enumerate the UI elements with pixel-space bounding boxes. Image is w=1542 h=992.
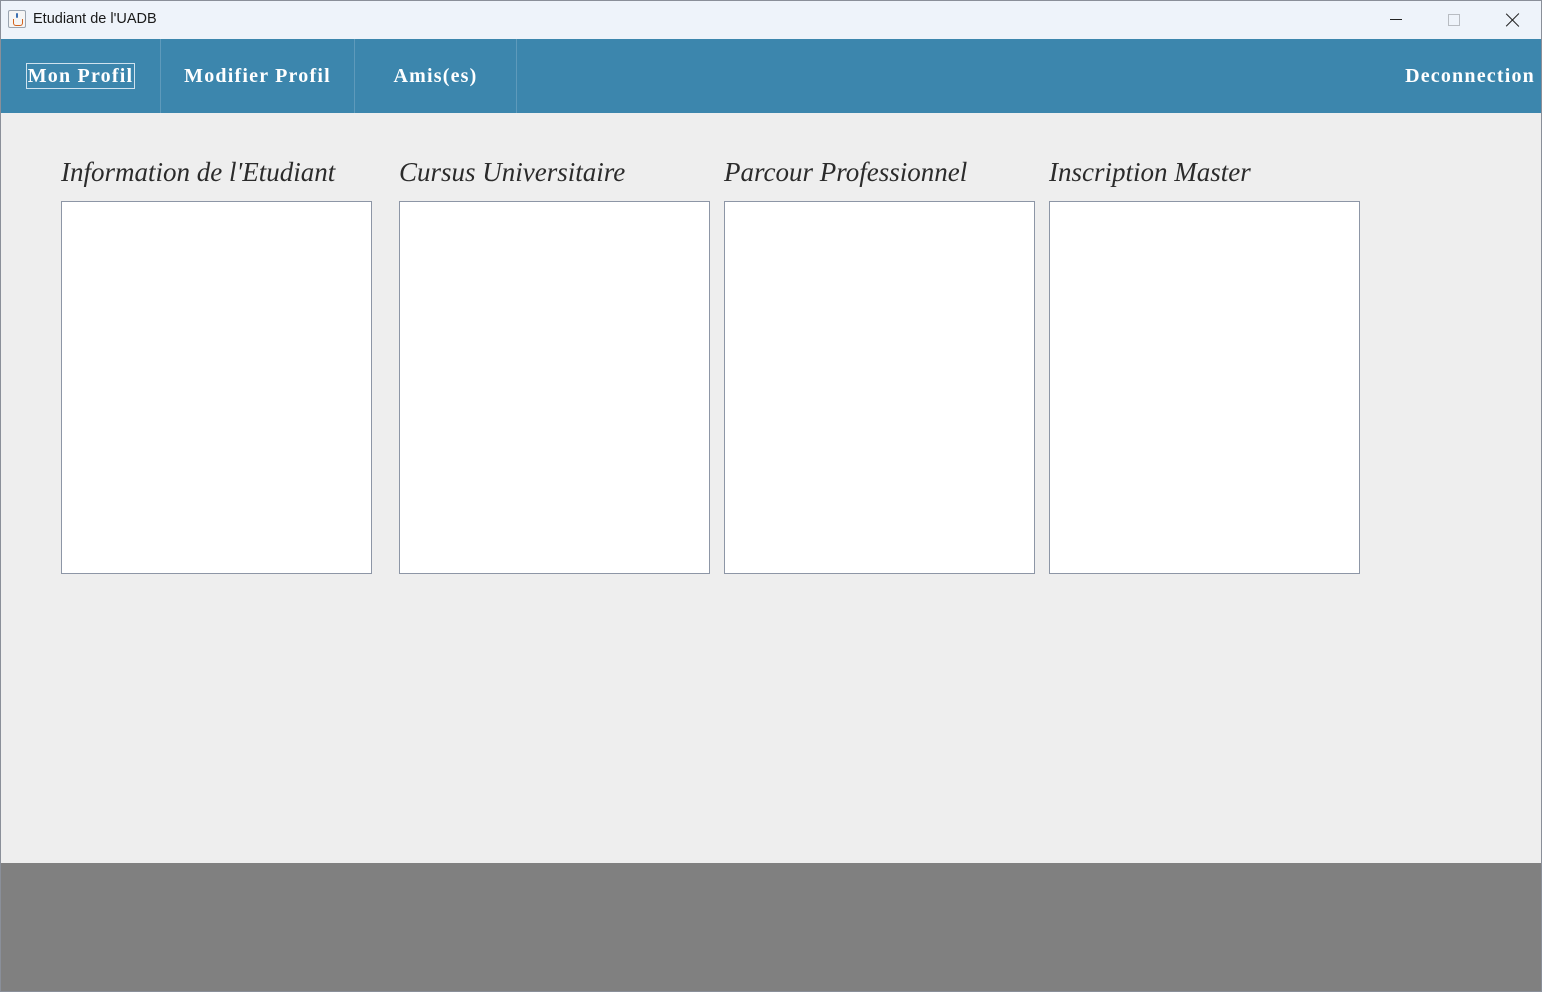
maximize-icon bbox=[1448, 14, 1460, 26]
footer-area bbox=[1, 863, 1541, 991]
title-bar[interactable]: Etudiant de l'UADB bbox=[1, 1, 1541, 39]
nav-modifier-profil-button[interactable]: Modifier Profil bbox=[161, 39, 355, 113]
close-icon bbox=[1506, 13, 1520, 27]
inscription-master-panel bbox=[1049, 201, 1360, 574]
app-window: Etudiant de l'UADB Mon Profil Modifier P… bbox=[0, 0, 1542, 992]
nav-amis-label: Amis(es) bbox=[393, 65, 478, 87]
parcour-professionnel-title: Parcour Professionnel bbox=[724, 157, 968, 187]
nav-deconnection-button[interactable]: Deconnection bbox=[1381, 39, 1541, 113]
maximize-button[interactable] bbox=[1425, 1, 1483, 39]
minimize-icon bbox=[1390, 19, 1402, 20]
nav-modifier-profil-label: Modifier Profil bbox=[184, 65, 331, 87]
nav-bar: Mon Profil Modifier Profil Amis(es) Deco… bbox=[1, 39, 1541, 113]
nav-mon-profil-label: Mon Profil bbox=[25, 63, 136, 89]
cursus-universitaire-panel bbox=[399, 201, 710, 574]
parcour-professionnel-panel bbox=[724, 201, 1035, 574]
nav-amis-button[interactable]: Amis(es) bbox=[355, 39, 517, 113]
java-cup-icon bbox=[8, 10, 26, 28]
inscription-master-title: Inscription Master bbox=[1049, 157, 1251, 187]
info-etudiant-title: Information de l'Etudiant bbox=[61, 157, 336, 187]
close-button[interactable] bbox=[1483, 1, 1541, 39]
nav-deconnection-label: Deconnection bbox=[1405, 65, 1535, 87]
window-title: Etudiant de l'UADB bbox=[33, 11, 157, 27]
info-etudiant-panel bbox=[61, 201, 372, 574]
cursus-universitaire-title: Cursus Universitaire bbox=[399, 157, 626, 187]
nav-mon-profil-button[interactable]: Mon Profil bbox=[1, 39, 161, 113]
minimize-button[interactable] bbox=[1367, 1, 1425, 39]
main-content: Information de l'Etudiant Cursus Univers… bbox=[1, 113, 1541, 863]
